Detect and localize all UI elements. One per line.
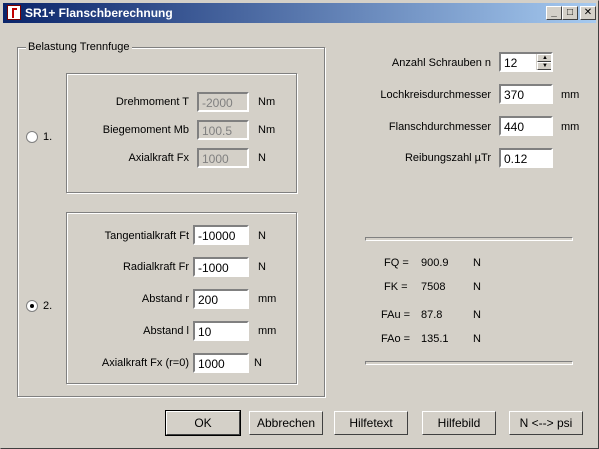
schrauben-spinner[interactable]: 12 ▲ ▼ (499, 52, 553, 72)
fao-value: 135.1 (421, 333, 449, 345)
flansch-label: Flanschdurchmesser (388, 121, 491, 133)
reibung-input[interactable]: 0.12 (499, 148, 553, 168)
separator-top (365, 237, 573, 241)
abbrechen-button[interactable]: Abbrechen (249, 411, 323, 435)
close-button[interactable]: ✕ (580, 6, 596, 20)
spinner-up-icon[interactable]: ▲ (537, 54, 551, 62)
fk-value: 7508 (421, 281, 446, 293)
radialkraft-input[interactable]: -1000 (193, 257, 249, 277)
hilfetext-button[interactable]: Hilfetext (334, 411, 408, 435)
fk-label: FK = (384, 281, 408, 293)
radialkraft-label: Radialkraft Fr (122, 261, 189, 273)
title-bar[interactable]: SR1+ Flanschberechnung _ □ ✕ (3, 3, 596, 23)
spinner-down-icon[interactable]: ▼ (537, 62, 551, 70)
fao-label: FAo = (381, 333, 411, 345)
fau-unit: N (473, 309, 481, 321)
fq-value: 900.9 (421, 257, 449, 269)
abstand-l-label: Abstand l (143, 325, 189, 337)
fao-unit: N (473, 333, 481, 345)
lochkreis-label: Lochkreisdurchmesser (380, 89, 491, 101)
option2-radio[interactable] (26, 300, 38, 312)
abstand-r-unit: mm (258, 293, 277, 305)
fk-unit: N (473, 281, 481, 293)
app-icon[interactable] (7, 5, 21, 20)
option1-radio[interactable] (26, 131, 38, 143)
flansch-unit: mm (561, 121, 580, 133)
maximize-button[interactable]: □ (562, 6, 578, 20)
axialkraft2-input[interactable]: 1000 (193, 353, 249, 373)
biegemoment-input[interactable]: 100.5 (197, 120, 249, 140)
tangentialkraft-label: Tangentialkraft Ft (104, 230, 189, 242)
fau-label: FAu = (381, 309, 411, 321)
schrauben-label: Anzahl Schrauben n (391, 57, 491, 69)
group-title: Belastung Trennfuge (26, 41, 132, 53)
axialkraft1-input[interactable]: 1000 (197, 148, 249, 168)
lochkreis-input[interactable]: 370 (499, 84, 553, 104)
biegemoment-unit: Nm (258, 124, 276, 136)
abstand-l-unit: mm (258, 325, 277, 337)
tangentialkraft-unit: N (258, 230, 266, 242)
schrauben-value: 12 (504, 56, 518, 70)
drehmoment-unit: Nm (258, 96, 276, 108)
drehmoment-label: Drehmoment T (115, 96, 189, 108)
fau-value: 87.8 (421, 309, 443, 321)
minimize-button[interactable]: _ (546, 6, 562, 20)
ok-button[interactable]: OK (165, 410, 241, 436)
lochkreis-unit: mm (561, 89, 580, 101)
convert-button[interactable]: N <--> psi (509, 411, 583, 435)
axialkraft2-unit: N (254, 357, 262, 369)
flansch-input[interactable]: 440 (499, 116, 553, 136)
abstand-l-input[interactable]: 10 (193, 321, 249, 341)
radialkraft-unit: N (258, 261, 266, 273)
separator-bottom (365, 361, 573, 365)
reibung-label: Reibungszahl µTr (404, 152, 491, 164)
tangentialkraft-input[interactable]: -10000 (193, 225, 249, 245)
abstand-r-input[interactable]: 200 (193, 289, 249, 309)
option1-radio-label[interactable]: 1. (43, 131, 52, 143)
option2-radio-label[interactable]: 2. (43, 300, 52, 312)
main-window: SR1+ Flanschberechnung _ □ ✕ Belastung T… (0, 0, 599, 449)
hilfebild-button[interactable]: Hilfebild (422, 411, 496, 435)
axialkraft1-label: Axialkraft Fx (128, 152, 189, 164)
abstand-r-label: Abstand r (141, 293, 189, 305)
fq-label: FQ = (384, 257, 409, 269)
fq-unit: N (473, 257, 481, 269)
window-title: SR1+ Flanschberechnung (25, 6, 173, 20)
spinner-buttons: ▲ ▼ (536, 54, 551, 70)
drehmoment-input[interactable]: -2000 (197, 92, 249, 112)
axialkraft1-unit: N (258, 152, 266, 164)
biegemoment-label: Biegemoment Mb (102, 124, 189, 136)
axialkraft2-label: Axialkraft Fx (r=0) (101, 357, 189, 369)
